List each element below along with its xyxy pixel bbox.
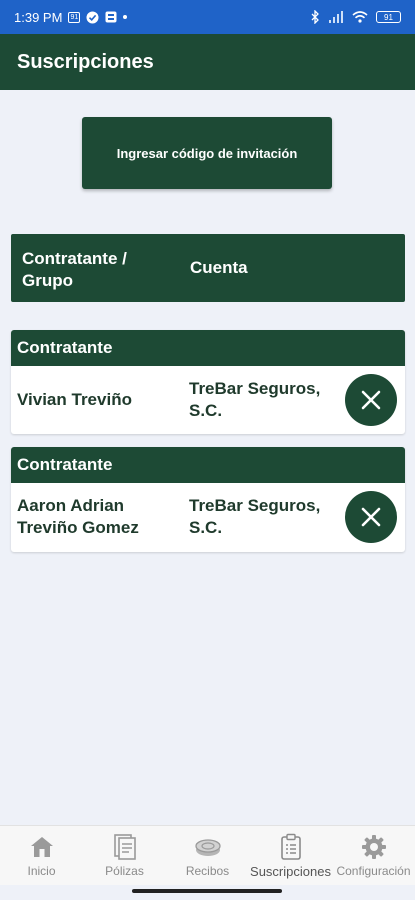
wifi-icon [352,11,368,23]
status-bar: 1:39 PM 91 91 [0,0,415,34]
coins-icon [194,839,221,856]
sim-badge: 91 [68,11,81,23]
status-time: 1:39 PM [14,9,63,25]
home-indicator[interactable] [132,889,282,893]
subscription-type-label: Contratante [11,330,405,366]
nav-label: Pólizas [105,864,144,878]
table-header: Contratante / Grupo Cuenta [11,234,405,302]
app-bar: Suscripciones [0,34,415,90]
subscription-account: TreBar Seguros, S.C. [189,379,321,420]
policy-document-icon [113,834,136,860]
subscription-holder: Aaron Adrian Treviño Gomez [17,496,139,537]
home-icon [30,837,53,857]
nav-label: Suscripciones [250,864,331,879]
nav-item-suscripciones[interactable]: Suscripciones [249,826,332,885]
nav-item-polizas[interactable]: Pólizas [83,826,166,885]
nav-label: Configuración [336,864,411,878]
signal-icon [329,11,343,23]
subscription-card: Contratante Vivian Treviño TreBar Seguro… [11,330,405,434]
clipboard-icon [280,833,301,860]
nav-label: Inicio [27,864,56,878]
remove-subscription-button[interactable] [345,491,397,543]
close-icon [361,507,381,527]
subscription-type-label: Contratante [11,447,405,483]
subscription-card: Contratante Aaron Adrian Treviño Gomez T… [11,447,405,552]
enter-invitation-code-button[interactable]: Ingresar código de invitación [82,117,332,189]
column-header-group: Contratante / Grupo [22,249,127,290]
gear-icon [361,835,386,859]
nav-item-inicio[interactable]: Inicio [0,826,83,885]
column-header-account: Cuenta [190,258,248,277]
page-title: Suscripciones [17,50,154,73]
battery-indicator: 91 [376,11,401,23]
nav-item-configuracion[interactable]: Configuración [332,826,415,885]
bottom-navigation: Inicio Pólizas Recibos Suscripciones Con… [0,825,415,885]
close-icon [361,390,381,410]
nav-label: Recibos [185,864,230,878]
app-notification-icon [105,11,117,23]
subscription-holder: Vivian Treviño [17,390,132,409]
subscription-account: TreBar Seguros, S.C. [189,496,321,537]
nav-item-recibos[interactable]: Recibos [166,826,249,885]
remove-subscription-button[interactable] [345,374,397,426]
notification-dot [123,15,128,19]
bluetooth-icon [311,10,319,24]
check-circle-icon [86,11,99,23]
